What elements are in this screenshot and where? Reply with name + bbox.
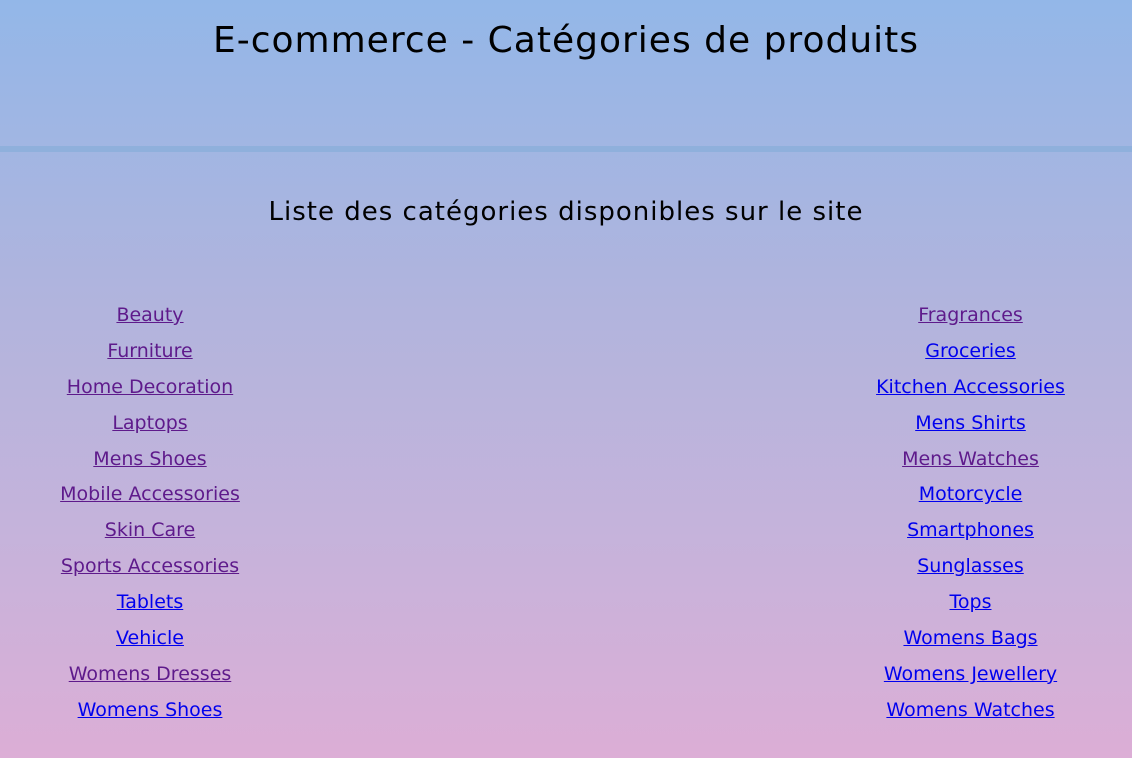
list-item: Beauty	[0, 297, 300, 333]
list-item: Skin Care	[0, 512, 300, 548]
category-link[interactable]: Skin Care	[105, 519, 195, 541]
list-item: Motorcycle	[820, 476, 1121, 512]
category-link[interactable]: Tablets	[117, 591, 183, 613]
list-item: Mobile Accessories	[0, 476, 300, 512]
list-item: Tablets	[0, 584, 300, 620]
list-item: Vehicle	[0, 620, 300, 656]
list-item: Fragrances	[820, 297, 1121, 333]
list-item: Kitchen Accessories	[820, 369, 1121, 405]
header-divider	[0, 146, 1132, 152]
list-item: Womens Bags	[820, 620, 1121, 656]
list-item: Mens Watches	[820, 441, 1121, 477]
category-link[interactable]: Kitchen Accessories	[876, 376, 1065, 398]
category-link[interactable]: Womens Dresses	[69, 663, 232, 685]
category-link[interactable]: Furniture	[107, 340, 192, 362]
category-link[interactable]: Smartphones	[907, 519, 1034, 541]
list-item: Mens Shoes	[0, 441, 300, 477]
list-item: Womens Dresses	[0, 656, 300, 692]
category-link[interactable]: Fragrances	[918, 304, 1023, 326]
page-header: E-commerce - Catégories de produits	[0, 0, 1132, 147]
list-item: Tops	[820, 584, 1121, 620]
list-item: Groceries	[820, 333, 1121, 369]
category-link[interactable]: Groceries	[925, 340, 1016, 362]
list-item: Home Decoration	[0, 369, 300, 405]
category-link[interactable]: Tops	[950, 591, 992, 613]
page-subtitle: Liste des catégories disponibles sur le …	[268, 197, 864, 227]
list-item: Sports Accessories	[0, 548, 300, 584]
category-link[interactable]: Womens Shoes	[78, 699, 223, 721]
list-item: Laptops	[0, 405, 300, 441]
category-link[interactable]: Mobile Accessories	[60, 483, 240, 505]
category-link[interactable]: Mens Shirts	[915, 412, 1026, 434]
category-link[interactable]: Vehicle	[116, 627, 184, 649]
list-item: Furniture	[0, 333, 300, 369]
list-item: Mens Shirts	[820, 405, 1121, 441]
category-link[interactable]: Sunglasses	[917, 555, 1024, 577]
list-item: Womens Jewellery	[820, 656, 1121, 692]
category-link[interactable]: Beauty	[116, 304, 183, 326]
category-link[interactable]: Mens Shoes	[93, 448, 206, 470]
category-link[interactable]: Motorcycle	[919, 483, 1023, 505]
category-link[interactable]: Womens Watches	[886, 699, 1054, 721]
category-list-left: Beauty Furniture Home Decoration Laptops…	[0, 297, 300, 728]
list-item: Sunglasses	[820, 548, 1121, 584]
page-title: E-commerce - Catégories de produits	[212, 20, 920, 61]
list-item: Smartphones	[820, 512, 1121, 548]
category-link[interactable]: Womens Bags	[903, 627, 1037, 649]
category-link[interactable]: Womens Jewellery	[884, 663, 1057, 685]
list-item: Womens Shoes	[0, 692, 300, 728]
list-item: Womens Watches	[820, 692, 1121, 728]
category-link[interactable]: Home Decoration	[67, 376, 233, 398]
category-link[interactable]: Sports Accessories	[61, 555, 239, 577]
category-link[interactable]: Mens Watches	[902, 448, 1039, 470]
category-link[interactable]: Laptops	[112, 412, 187, 434]
category-list-right: Fragrances Groceries Kitchen Accessories…	[820, 297, 1121, 728]
